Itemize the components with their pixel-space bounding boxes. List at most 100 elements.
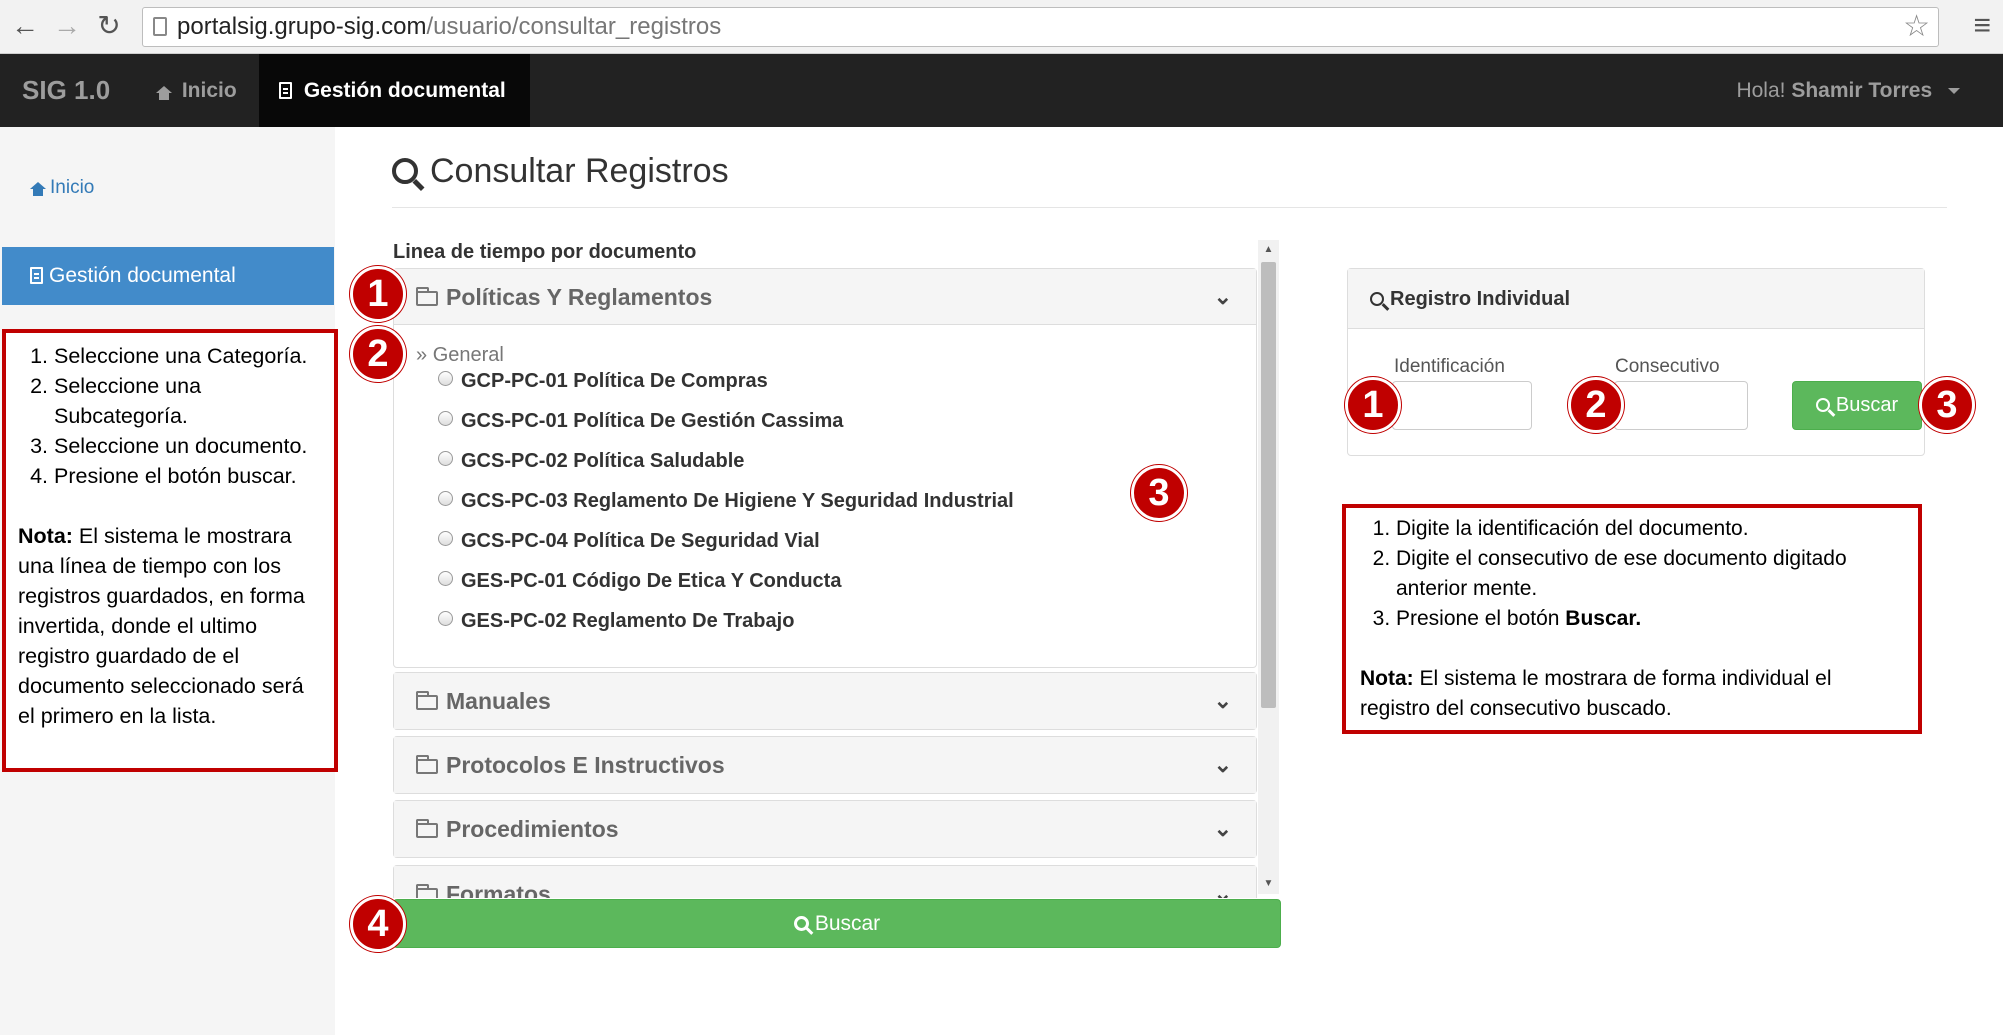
nav-gestion-documental[interactable]: Gestión documental <box>259 54 530 127</box>
chevron-double-down-icon[interactable]: ⌄ <box>1214 801 1232 857</box>
step-marker: 3 <box>1919 377 1975 433</box>
step-marker: 2 <box>1568 377 1624 433</box>
document-option[interactable]: GES-PC-01 Código De Etica Y Conducta <box>438 570 842 593</box>
back-arrow-icon[interactable]: ← <box>8 9 42 43</box>
registro-search-label: Buscar <box>1835 394 1899 416</box>
url-host: portalsig.grupo-sig.com <box>177 13 427 40</box>
registro-individual-header: Registro Individual <box>1348 269 1924 329</box>
brand[interactable]: SIG 1.0 <box>22 54 110 127</box>
folder-open-icon <box>416 819 438 838</box>
document-label: GCP-PC-01 Política De Compras <box>461 370 768 392</box>
radio-button[interactable] <box>438 571 453 586</box>
radio-button[interactable] <box>438 491 453 506</box>
search-icon <box>1815 398 1830 412</box>
radio-button[interactable] <box>438 371 453 386</box>
left-step: Seleccione una Categoría. <box>54 341 322 371</box>
category-panel[interactable]: Manuales ⌄ <box>393 672 1257 730</box>
chevron-double-down-icon[interactable]: ⌄ <box>1214 269 1232 325</box>
category-panel[interactable]: Formatos ⌄ <box>393 865 1257 898</box>
radio-button[interactable] <box>438 611 453 626</box>
right-instructions-note: Digite la identificación del documento. … <box>1342 504 1922 734</box>
browser-menu-icon[interactable]: ≡ <box>1973 9 1991 43</box>
sidebar-gestion-label: Gestión documental <box>49 264 236 287</box>
home-icon <box>30 182 46 196</box>
step-marker: 3 <box>1131 465 1187 521</box>
right-nota-label: Nota: <box>1360 667 1414 690</box>
scroll-up-arrow-icon[interactable]: ▲ <box>1258 240 1279 260</box>
address-bar[interactable]: portalsig.grupo-sig.com/usuario/consulta… <box>142 7 1939 47</box>
radio-button[interactable] <box>438 411 453 426</box>
page-title: Consultar Registros <box>392 152 729 191</box>
category-label: Formatos <box>446 881 551 898</box>
sidebar-item-gestion-documental[interactable]: Gestión documental <box>2 247 334 305</box>
timeline-label: Linea de tiempo por documento <box>393 241 697 263</box>
category-header-politicas[interactable]: Políticas Y Reglamentos ⌄ <box>394 269 1256 325</box>
right-step: Digite la identificación del documento. <box>1396 514 1904 544</box>
chevron-double-down-icon[interactable]: ⌄ <box>1214 866 1232 898</box>
consecutivo-input[interactable] <box>1614 381 1748 430</box>
left-step: Presione el botón buscar. <box>54 461 322 491</box>
category-label: Políticas Y Reglamentos <box>446 284 713 310</box>
category-header-protocolos[interactable]: Protocolos E Instructivos ⌄ <box>394 737 1256 793</box>
category-panel[interactable]: Procedimientos ⌄ <box>393 800 1257 858</box>
document-label: GES-PC-02 Reglamento De Trabajo <box>461 610 795 632</box>
reload-icon[interactable]: ↻ <box>92 9 126 43</box>
document-option[interactable]: GES-PC-02 Reglamento De Trabajo <box>438 610 795 633</box>
document-label: GES-PC-01 Código De Etica Y Conducta <box>461 570 842 592</box>
registro-individual-title: Registro Individual <box>1390 288 1571 310</box>
scroll-down-arrow-icon[interactable]: ▼ <box>1258 874 1279 894</box>
document-option[interactable]: GCP-PC-01 Política De Compras <box>438 370 768 393</box>
consecutivo-label: Consecutivo <box>1615 356 1720 377</box>
scroll-thumb[interactable] <box>1261 262 1276 708</box>
right-steps-list: Digite la identificación del documento. … <box>1360 514 1904 634</box>
left-nota-text: El sistema le mostrara una línea de tiem… <box>18 524 305 728</box>
left-steps-list: Seleccione una Categoría. Seleccione una… <box>18 341 322 491</box>
search-button[interactable]: Buscar <box>393 899 1281 948</box>
radio-button[interactable] <box>438 451 453 466</box>
radio-button[interactable] <box>438 531 453 546</box>
chevron-double-down-icon[interactable]: ⌄ <box>1214 737 1232 793</box>
subcategory-label: General <box>432 344 504 366</box>
chevron-double-down-icon[interactable]: ⌄ <box>1214 673 1232 729</box>
left-nota-label: Nota: <box>18 524 73 548</box>
url-path: /usuario/consultar_registros <box>426 13 722 40</box>
bookmark-star-icon[interactable]: ☆ <box>1903 8 1930 46</box>
nav-inicio[interactable]: Inicio <box>156 54 237 127</box>
right-step3-bold: Buscar. <box>1565 607 1642 630</box>
left-nota: Nota: El sistema le mostrara una línea d… <box>18 521 322 731</box>
right-nota-text: El sistema le mostrara de forma individu… <box>1360 667 1832 720</box>
document-option[interactable]: GCS-PC-01 Política De Gestión Cassima <box>438 410 844 433</box>
document-option[interactable]: GCS-PC-02 Política Saludable <box>438 450 744 473</box>
accordion-scrollbar[interactable]: ▲ ▼ <box>1258 240 1279 894</box>
right-nota: Nota: El sistema le mostrara de forma in… <box>1360 664 1904 724</box>
document-option[interactable]: GCS-PC-04 Política De Seguridad Vial <box>438 530 820 553</box>
user-menu[interactable]: Hola! Shamir Torres <box>1736 54 1960 127</box>
top-navbar: SIG 1.0 Inicio Gestión documental Hola! … <box>0 54 2003 127</box>
category-label: Procedimientos <box>446 816 619 842</box>
sidebar-item-inicio[interactable]: Inicio <box>30 177 94 199</box>
caret-down-icon <box>1948 88 1960 95</box>
subcategory-general[interactable]: » General <box>416 344 504 367</box>
forward-arrow-icon[interactable]: → <box>50 9 84 43</box>
page-title-text: Consultar Registros <box>430 152 729 190</box>
category-header-formatos[interactable]: Formatos ⌄ <box>394 866 1256 898</box>
category-panel[interactable]: Protocolos E Instructivos ⌄ <box>393 736 1257 794</box>
search-icon <box>793 916 809 931</box>
category-header-manuales[interactable]: Manuales ⌄ <box>394 673 1256 729</box>
right-step: Digite el consecutivo de ese documento d… <box>1396 544 1904 604</box>
step-marker: 2 <box>350 326 406 382</box>
step-marker: 1 <box>350 266 406 322</box>
search-button-label: Buscar <box>814 912 881 935</box>
page-icon <box>153 17 167 36</box>
folder-open-icon <box>416 884 438 898</box>
folder-open-icon <box>416 691 438 710</box>
left-instructions-note: Seleccione una Categoría. Seleccione una… <box>2 329 338 772</box>
category-header-procedimientos[interactable]: Procedimientos ⌄ <box>394 801 1256 857</box>
identificacion-input[interactable] <box>1392 381 1532 430</box>
search-icon <box>1370 292 1384 306</box>
registro-search-button[interactable]: Buscar <box>1792 381 1922 430</box>
document-option[interactable]: GCS-PC-03 Reglamento De Higiene Y Seguri… <box>438 490 1014 513</box>
document-label: GCS-PC-04 Política De Seguridad Vial <box>461 530 820 552</box>
document-label: GCS-PC-01 Política De Gestión Cassima <box>461 410 844 432</box>
registro-individual-panel: Registro Individual Identificación Conse… <box>1347 268 1925 456</box>
